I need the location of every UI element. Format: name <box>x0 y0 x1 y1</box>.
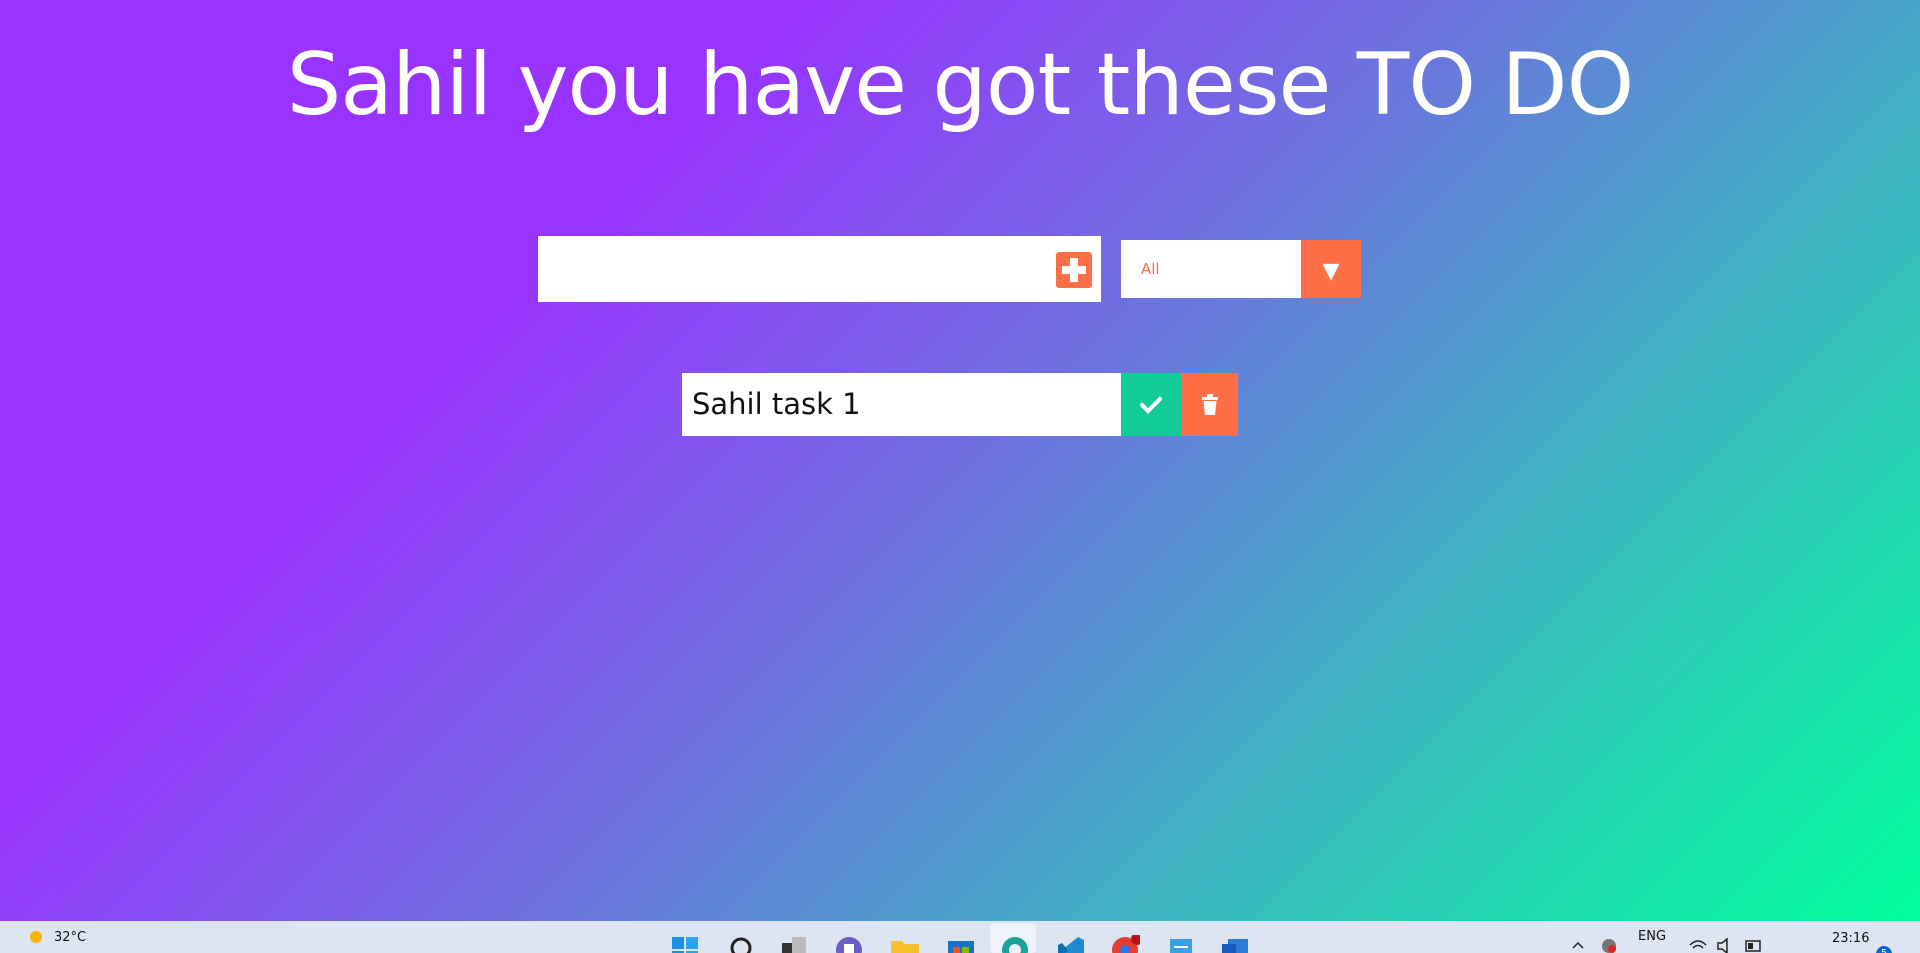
todo-input[interactable] <box>538 236 1018 302</box>
chrome-icon[interactable] <box>1110 935 1140 953</box>
task-view-icon[interactable] <box>780 935 810 953</box>
todo-input-container <box>538 236 1101 302</box>
filter-select[interactable]: All ▼ <box>1121 240 1361 298</box>
chevron-up-icon[interactable] <box>1570 937 1586 953</box>
word-icon[interactable] <box>1220 935 1250 953</box>
app-background: Sahil you have got these TO DO All ▼ Sah… <box>0 0 1920 921</box>
chevron-down-icon[interactable]: ▼ <box>1301 240 1361 298</box>
check-icon <box>1140 395 1162 414</box>
taskbar: 32°C ENG 23:16 <box>0 921 1920 953</box>
moon-icon <box>30 931 42 943</box>
weather-temp: 32°C <box>54 930 87 945</box>
add-todo-button[interactable] <box>1056 252 1092 288</box>
defender-icon[interactable] <box>1600 937 1618 953</box>
plus-icon-bar <box>1062 266 1086 274</box>
todo-item-text: Sahil task 1 <box>692 387 861 421</box>
vscode-icon[interactable] <box>1056 935 1086 953</box>
teams-icon[interactable] <box>834 935 864 953</box>
complete-button[interactable] <box>1121 373 1181 436</box>
trash-icon <box>1201 393 1218 415</box>
wifi-icon[interactable] <box>1688 937 1708 953</box>
todo-item: Sahil task 1 <box>682 373 1238 436</box>
store-icon[interactable] <box>946 935 976 953</box>
edge-icon[interactable] <box>1000 935 1030 953</box>
notepad-icon[interactable] <box>1166 935 1196 953</box>
file-explorer-icon[interactable] <box>890 935 920 953</box>
delete-button[interactable] <box>1181 373 1238 436</box>
page-title: Sahil you have got these TO DO <box>286 35 1635 135</box>
battery-icon[interactable] <box>1744 937 1764 953</box>
filter-selected-value: All <box>1141 260 1160 278</box>
notification-badge[interactable]: 5 <box>1876 946 1892 953</box>
clock-time[interactable]: 23:16 <box>1832 931 1869 946</box>
volume-icon[interactable] <box>1716 937 1736 953</box>
start-icon[interactable] <box>670 935 700 953</box>
weather-widget[interactable]: 32°C <box>30 930 86 945</box>
language-indicator[interactable]: ENG <box>1638 929 1666 944</box>
search-icon[interactable] <box>728 935 758 953</box>
